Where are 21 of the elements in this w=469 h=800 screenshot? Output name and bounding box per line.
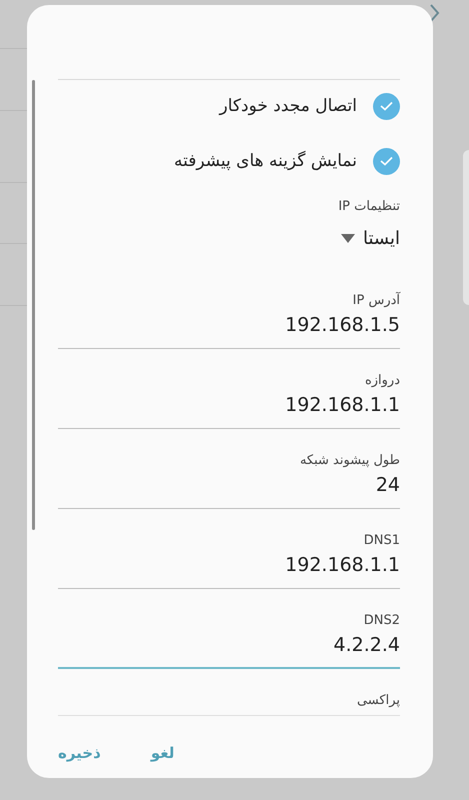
checkbox[interactable] [373, 92, 400, 120]
option-label: اتصال مجدد خودکار [220, 96, 357, 116]
field-label: آدرس IP [352, 293, 400, 308]
field-label: DNS2 [362, 613, 400, 628]
chevron-icon [430, 4, 440, 22]
input-field[interactable]: 192.168.1.1 [58, 388, 400, 429]
field-label: تنظیمات IP [337, 199, 400, 214]
option-label: نمایش گزینه های پیشرفته [174, 151, 357, 171]
check-icon [380, 101, 393, 111]
checkbox[interactable] [373, 148, 400, 174]
input-field[interactable]: 4.2.2.4 [58, 628, 400, 669]
input-field[interactable]: 192.168.1.1 [58, 548, 400, 589]
ip-settings-dropdown[interactable]: ایستا [341, 228, 400, 249]
input-field[interactable]: 24 [58, 468, 400, 509]
dropdown-arrow-icon [341, 234, 356, 243]
field-label: DNS1 [362, 533, 400, 548]
proxy-label: پراکسی [356, 693, 400, 708]
field-label: طول پیشوند شبکه [298, 453, 400, 468]
input-field[interactable]: 192.168.1.5 [58, 308, 400, 349]
field-label: دروازه [364, 373, 400, 388]
check-icon [380, 156, 393, 166]
